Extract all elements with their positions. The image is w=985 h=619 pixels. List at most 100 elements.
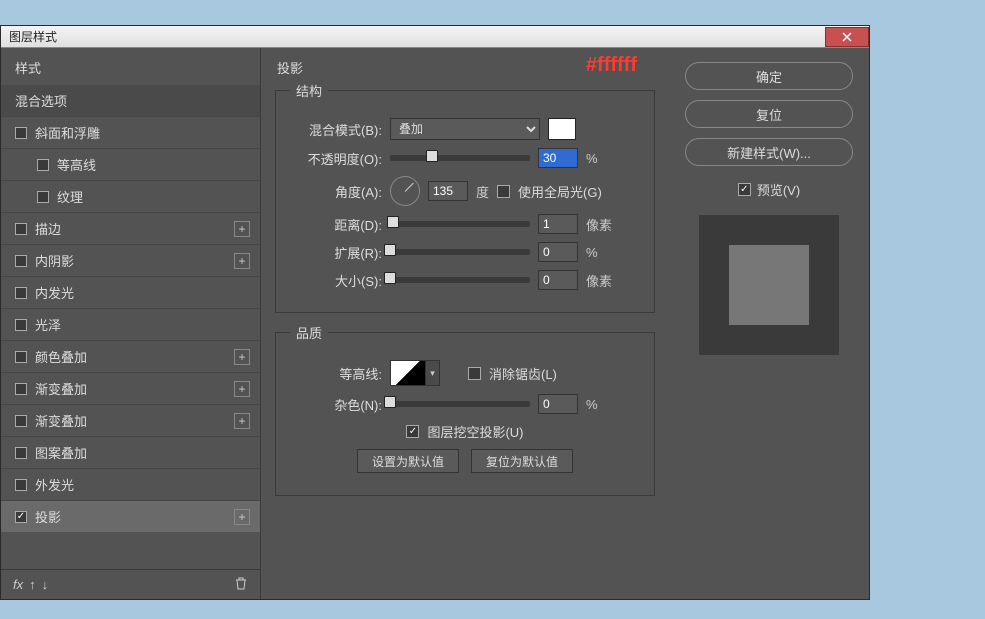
- effect-label: 颜色叠加: [35, 347, 234, 366]
- panel-title: 投影: [277, 58, 655, 77]
- reset-default-button[interactable]: 复位为默认值: [471, 449, 573, 473]
- contour-picker[interactable]: [390, 360, 426, 386]
- effect-label: 内发光: [35, 283, 250, 302]
- add-effect-icon[interactable]: +: [234, 509, 250, 525]
- size-slider[interactable]: [390, 277, 530, 283]
- noise-slider[interactable]: [390, 401, 530, 407]
- effect-label: 外发光: [35, 475, 250, 494]
- window-title: 图层样式: [9, 28, 57, 45]
- effect-label: 光泽: [35, 315, 250, 334]
- add-effect-icon[interactable]: +: [234, 349, 250, 365]
- effect-item-2[interactable]: 纹理: [1, 180, 260, 212]
- preview-swatch: [729, 245, 809, 325]
- arrow-up-icon[interactable]: ↑: [29, 577, 36, 592]
- knockout-checkbox[interactable]: [406, 425, 419, 438]
- effect-item-6[interactable]: 光泽: [1, 308, 260, 340]
- trash-icon[interactable]: [234, 576, 248, 593]
- right-panel: 确定 复位 新建样式(W)... 预览(V): [669, 48, 869, 599]
- effect-item-8[interactable]: 渐变叠加+: [1, 372, 260, 404]
- global-light-label: 使用全局光(G): [518, 182, 602, 201]
- effect-item-0[interactable]: 斜面和浮雕: [1, 116, 260, 148]
- effects-sidebar: 样式 混合选项 斜面和浮雕等高线纹理描边+内阴影+内发光光泽颜色叠加+渐变叠加+…: [1, 48, 261, 599]
- effect-checkbox[interactable]: [37, 191, 49, 203]
- effect-checkbox[interactable]: [15, 351, 27, 363]
- size-label: 大小(S):: [290, 271, 382, 290]
- new-style-button[interactable]: 新建样式(W)...: [685, 138, 853, 166]
- effect-checkbox[interactable]: [15, 255, 27, 267]
- titlebar[interactable]: 图层样式: [1, 26, 869, 48]
- size-unit: 像素: [586, 271, 612, 290]
- spread-unit: %: [586, 245, 598, 260]
- opacity-slider[interactable]: [390, 155, 530, 161]
- effect-item-12[interactable]: 投影+: [1, 500, 260, 532]
- spread-slider[interactable]: [390, 249, 530, 255]
- opacity-input[interactable]: [538, 148, 578, 168]
- effect-checkbox[interactable]: [15, 479, 27, 491]
- effect-item-5[interactable]: 内发光: [1, 276, 260, 308]
- add-effect-icon[interactable]: +: [234, 413, 250, 429]
- dialog-body: 样式 混合选项 斜面和浮雕等高线纹理描边+内阴影+内发光光泽颜色叠加+渐变叠加+…: [1, 48, 869, 599]
- color-swatch[interactable]: [548, 118, 576, 140]
- opacity-unit: %: [586, 151, 598, 166]
- distance-unit: 像素: [586, 215, 612, 234]
- preview-label: 预览(V): [757, 180, 800, 199]
- effect-checkbox[interactable]: [15, 447, 27, 459]
- close-button[interactable]: [825, 27, 869, 47]
- preview-box: [699, 215, 839, 355]
- distance-label: 距离(D):: [290, 215, 382, 234]
- structure-legend: 结构: [290, 81, 328, 100]
- size-input[interactable]: [538, 270, 578, 290]
- set-default-button[interactable]: 设置为默认值: [357, 449, 459, 473]
- quality-group: 品质 等高线: ▾ 消除锯齿(L) 杂色(N): %: [275, 323, 655, 496]
- effect-item-10[interactable]: 图案叠加: [1, 436, 260, 468]
- layer-style-dialog: 图层样式 样式 混合选项 斜面和浮雕等高线纹理描边+内阴影+内发光光泽颜色叠加+…: [0, 25, 870, 600]
- noise-label: 杂色(N):: [290, 395, 382, 414]
- effect-item-1[interactable]: 等高线: [1, 148, 260, 180]
- effect-checkbox[interactable]: [15, 287, 27, 299]
- distance-slider[interactable]: [390, 221, 530, 227]
- effect-checkbox[interactable]: [37, 159, 49, 171]
- add-effect-icon[interactable]: +: [234, 253, 250, 269]
- effect-label: 渐变叠加: [35, 411, 234, 430]
- antialias-checkbox[interactable]: [468, 367, 481, 380]
- effect-label: 投影: [35, 507, 234, 526]
- effect-label: 内阴影: [35, 251, 234, 270]
- spread-input[interactable]: [538, 242, 578, 262]
- effect-checkbox[interactable]: [15, 127, 27, 139]
- effect-checkbox[interactable]: [15, 383, 27, 395]
- add-effect-icon[interactable]: +: [234, 221, 250, 237]
- add-effect-icon[interactable]: +: [234, 381, 250, 397]
- blend-mode-label: 混合模式(B):: [290, 120, 382, 139]
- sidebar-header[interactable]: 样式: [1, 48, 260, 85]
- cancel-button[interactable]: 复位: [685, 100, 853, 128]
- quality-legend: 品质: [290, 323, 328, 342]
- effect-label: 描边: [35, 219, 234, 238]
- effect-item-4[interactable]: 内阴影+: [1, 244, 260, 276]
- effect-item-7[interactable]: 颜色叠加+: [1, 340, 260, 372]
- contour-dropdown-icon[interactable]: ▾: [426, 360, 440, 386]
- effects-list: 斜面和浮雕等高线纹理描边+内阴影+内发光光泽颜色叠加+渐变叠加+渐变叠加+图案叠…: [1, 116, 260, 569]
- fx-menu-icon[interactable]: fx: [13, 577, 23, 592]
- angle-label: 角度(A):: [290, 182, 382, 201]
- effect-item-11[interactable]: 外发光: [1, 468, 260, 500]
- noise-input[interactable]: [538, 394, 578, 414]
- preview-checkbox[interactable]: [738, 183, 751, 196]
- arrow-down-icon[interactable]: ↓: [42, 577, 49, 592]
- blend-mode-select[interactable]: 叠加: [390, 118, 540, 140]
- effect-item-3[interactable]: 描边+: [1, 212, 260, 244]
- effect-checkbox[interactable]: [15, 223, 27, 235]
- effect-checkbox[interactable]: [15, 415, 27, 427]
- contour-label: 等高线:: [290, 364, 382, 383]
- distance-input[interactable]: [538, 214, 578, 234]
- effect-checkbox[interactable]: [15, 511, 27, 523]
- global-light-checkbox[interactable]: [497, 185, 510, 198]
- angle-dial[interactable]: [390, 176, 420, 206]
- effect-label: 等高线: [57, 155, 250, 174]
- ok-button[interactable]: 确定: [685, 62, 853, 90]
- effect-checkbox[interactable]: [15, 319, 27, 331]
- spread-label: 扩展(R):: [290, 243, 382, 262]
- sidebar-footer: fx ↑ ↓: [1, 569, 260, 599]
- effect-item-9[interactable]: 渐变叠加+: [1, 404, 260, 436]
- angle-input[interactable]: [428, 181, 468, 201]
- sidebar-blending-options[interactable]: 混合选项: [1, 85, 260, 116]
